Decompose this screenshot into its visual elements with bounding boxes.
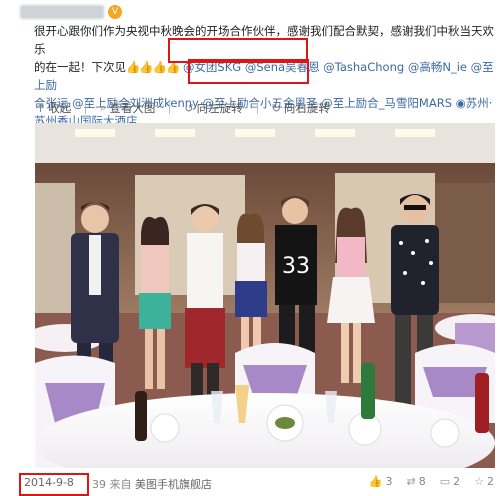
favorite-count: 2 (487, 475, 494, 488)
verified-badge-icon: V (108, 5, 122, 19)
like-count: 3 (385, 475, 393, 488)
toolbar-divider (169, 102, 171, 114)
mention-mars[interactable]: @至上励合_马雪阳MARS (321, 96, 452, 110)
repost-icon: ⇄ (406, 475, 416, 488)
source-prefix: 来自 (109, 478, 132, 491)
rotate-right-button[interactable]: ↻ 向右旋转 (272, 100, 330, 116)
collect-label: 收起 (48, 101, 72, 115)
favorite-icon: ☆ (474, 475, 484, 488)
repost-button[interactable]: ⇄ 8 (407, 475, 426, 488)
post-date[interactable]: 2014-9-8 (24, 476, 74, 489)
comment-count: 2 (453, 475, 461, 488)
author-row: V (20, 3, 122, 21)
view-large-button[interactable]: ⌕ 查看大图 (100, 100, 155, 116)
post-photo[interactable]: 33 (35, 123, 495, 468)
thumbs-up-icon: 👍 (368, 475, 383, 488)
group-photo-illustration: 33 (35, 123, 495, 468)
mention-tasha[interactable]: @TashaChong (323, 60, 404, 74)
post-text-line-2: 的在一起！下次见👍👍👍👍 @女团SKG @Sena吴春恩 @TashaChong… (34, 58, 496, 94)
comment-icon: ▭ (439, 475, 451, 488)
source-link[interactable]: 美图手机旗舰店 (135, 478, 212, 491)
repost-count: 8 (418, 475, 426, 488)
image-toolbar: ↑ 收起 ⌕ 查看大图 ↺ 向左旋转 ↻ 向右旋转 (36, 100, 330, 116)
favorite-button[interactable]: ☆ 2 (474, 475, 494, 488)
collapse-icon: ↑ (36, 101, 46, 115)
rotate-left-icon: ↺ (184, 101, 194, 115)
like-button[interactable]: 👍 3 (369, 475, 393, 488)
mention-gaochang[interactable]: @高畅N_ie (408, 60, 467, 74)
post-text-line-2-prefix: 的在一起！下次见 (34, 60, 126, 74)
magnifier-icon: ⌕ (100, 101, 107, 114)
rotate-right-label: 向右旋转 (283, 101, 330, 115)
toolbar-divider (256, 102, 258, 114)
post-footer: 2014-9-8 39 来自 美图手机旗舰店 👍 3 ⇄ 8 ▭ 2 ☆ 2 (0, 474, 500, 494)
action-bar: 👍 3 ⇄ 8 ▭ 2 ☆ 2 (369, 475, 494, 488)
rotate-left-button[interactable]: ↺ 向左旋转 (184, 100, 242, 116)
rotate-right-icon: ↻ (271, 101, 281, 115)
post-time-suffix: 39 (92, 478, 106, 491)
rotate-left-label: 向左旋转 (196, 101, 243, 115)
post-text-line-1: 很开心跟你们作为央视中秋晚会的开场合作伙伴，感谢我们配合默契，感谢我们中秋当天欢… (34, 24, 494, 56)
mention-sena[interactable]: @Sena吴春恩 (245, 60, 320, 74)
thumbs-up-emojis: 👍👍👍👍 (126, 60, 180, 74)
toolbar-divider (85, 102, 87, 114)
comment-button[interactable]: ▭ 2 (440, 475, 460, 488)
location-pin-icon: ◉ (455, 96, 466, 110)
view-large-label: 查看大图 (109, 101, 156, 115)
post-meta: 39 来自 美图手机旗舰店 (92, 476, 212, 492)
weibo-post: V 很开心跟你们作为央视中秋晚会的开场合作伙伴，感谢我们配合默契，感谢我们中秋当… (0, 0, 500, 496)
collect-button[interactable]: ↑ 收起 (36, 100, 71, 116)
shirt-number-label: 33 (282, 254, 310, 279)
mention-skg[interactable]: @女团SKG (183, 60, 241, 74)
author-name-blurred[interactable] (20, 5, 104, 19)
